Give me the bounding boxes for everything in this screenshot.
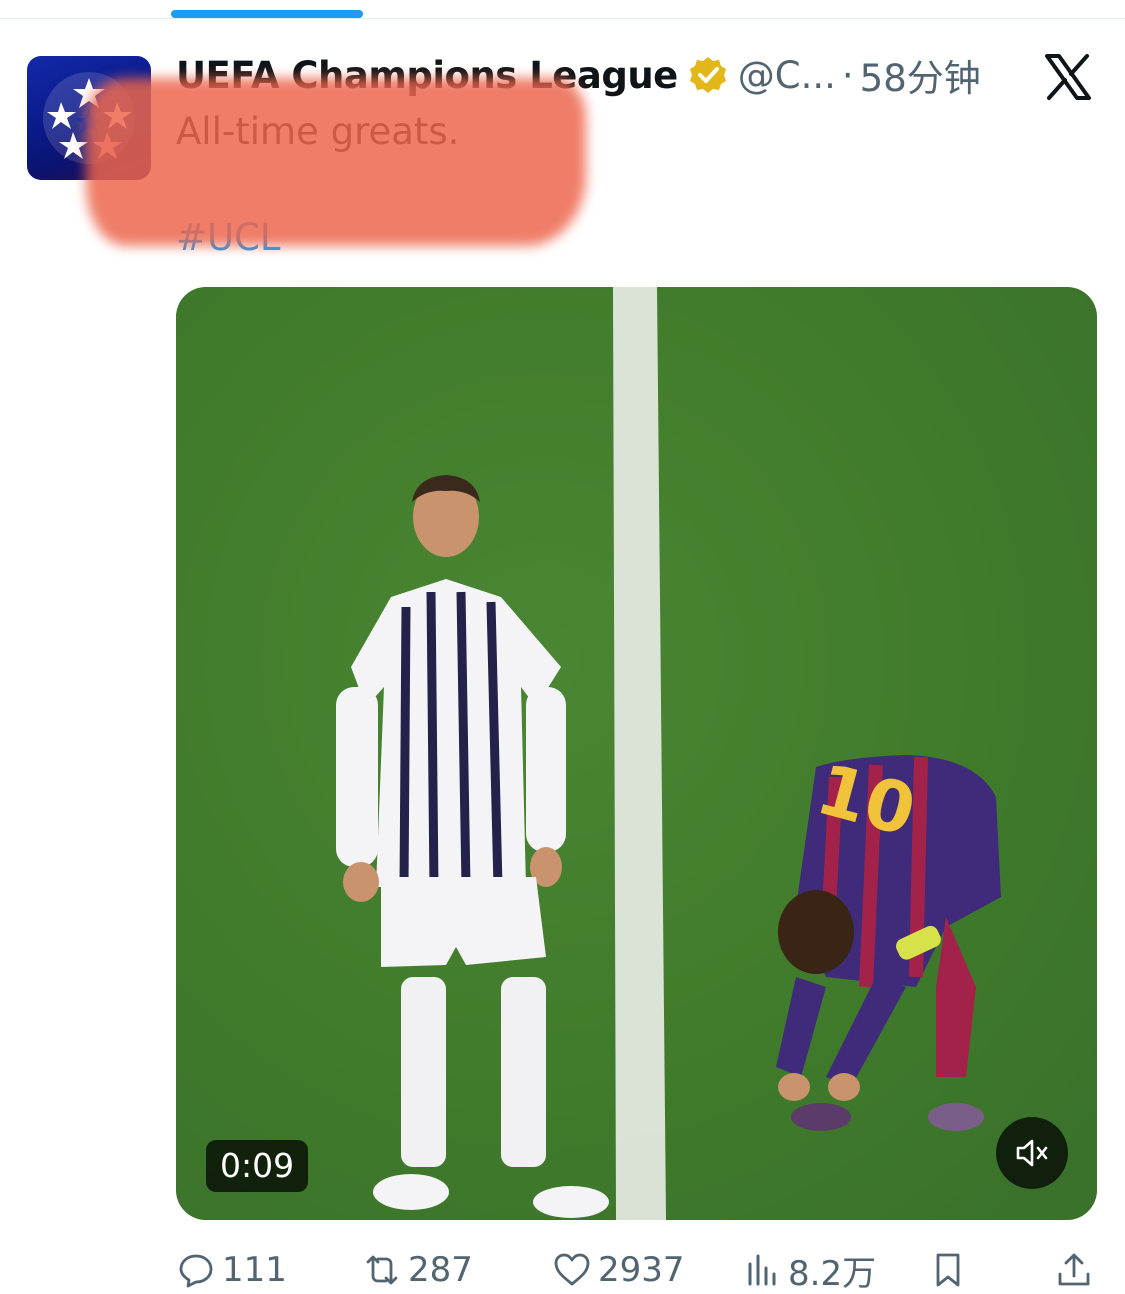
retweet-count: 287 [408, 1250, 473, 1290]
video-frame: 10 [176, 287, 1097, 1220]
x-logo-icon[interactable] [1043, 52, 1093, 102]
video-duration: 0:09 [206, 1140, 309, 1192]
header-separator: · [841, 53, 854, 97]
bookmark-icon [936, 1253, 960, 1287]
top-divider [0, 18, 1125, 19]
tweet-header: UEFA Champions League @C... · 58分钟 [176, 48, 981, 102]
view-count: 8.2万 [788, 1253, 877, 1294]
share-icon [1058, 1253, 1090, 1286]
like-icon [554, 1253, 590, 1286]
redaction-scribble [86, 78, 586, 246]
starball-logo [43, 72, 135, 164]
author-avatar[interactable] [27, 56, 151, 180]
author-handle[interactable]: @C... [738, 54, 836, 97]
mute-toggle-button[interactable] [996, 1117, 1068, 1189]
reply-button[interactable]: 111 [176, 1244, 287, 1294]
retweet-icon [366, 1255, 398, 1285]
views-icon [748, 1254, 776, 1286]
verified-badge-icon [688, 55, 728, 95]
retweet-button[interactable]: 287 [362, 1244, 473, 1294]
reply-count: 111 [222, 1250, 287, 1290]
bookmark-button[interactable] [928, 1244, 974, 1294]
video-player[interactable]: 10 0:09 [176, 287, 1097, 1220]
share-button[interactable] [1054, 1244, 1100, 1294]
like-count: 2937 [598, 1250, 685, 1290]
mute-icon [1016, 1139, 1048, 1167]
tweet-timestamp[interactable]: 58分钟 [860, 48, 981, 102]
reply-icon [179, 1254, 213, 1288]
views-button[interactable]: 8.2万 [742, 1244, 876, 1294]
tweet-text: All-time greats. [176, 110, 460, 153]
like-button[interactable]: 2937 [552, 1244, 685, 1294]
hashtag-link[interactable]: #UCL [176, 214, 281, 262]
author-display-name[interactable]: UEFA Champions League [176, 54, 678, 97]
active-tab-indicator [171, 10, 363, 18]
tweet-actions: 111 287 2937 8.2万 [176, 1244, 1097, 1294]
